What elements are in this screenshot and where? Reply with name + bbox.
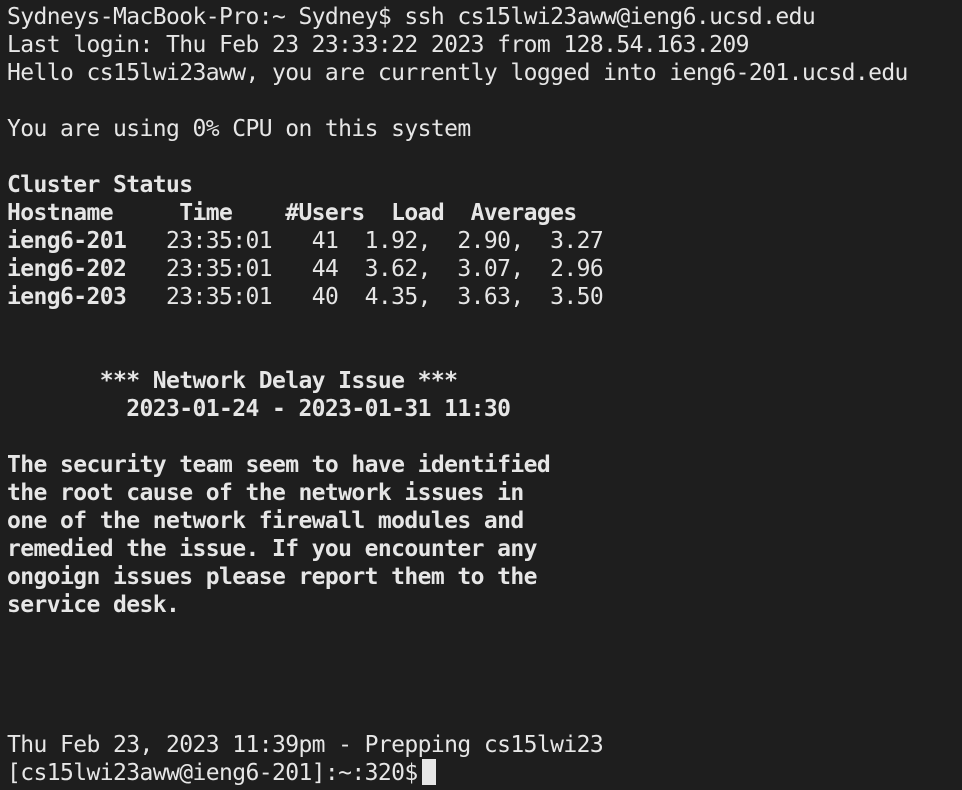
cluster-row: ieng6-201 23:35:01 41 1.92, 2.90, 3.27: [7, 227, 962, 255]
notice-body-line: remedied the issue. If you encounter any: [7, 536, 537, 562]
notice-date-range: 2023-01-24 - 2023-01-31 11:30: [7, 396, 511, 422]
cluster-row-values: 23:35:01 44 3.62, 3.07, 2.96: [126, 256, 604, 282]
hello-line: Hello cs15lwi23aww, you are currently lo…: [7, 60, 908, 86]
cluster-row: ieng6-203 23:35:01 40 4.35, 3.63, 3.50: [7, 283, 962, 311]
notice-body-line: service desk.: [7, 592, 180, 618]
notice-body-line: ongoign issues please report them to the: [7, 564, 537, 590]
notice-body-line: one of the network firewall modules and: [7, 508, 524, 534]
terminal-window[interactable]: Sydneys-MacBook-Pro:~ Sydney$ ssh cs15lw…: [0, 0, 962, 790]
text-cursor[interactable]: [421, 759, 436, 785]
cluster-hostname: ieng6-203: [7, 284, 127, 310]
notice-body-line: The security team seem to have identifie…: [7, 452, 551, 478]
cluster-row-values: 23:35:01 41 1.92, 2.90, 3.27: [126, 228, 604, 254]
ssh-command-line: Sydneys-MacBook-Pro:~ Sydney$ ssh cs15lw…: [7, 4, 816, 30]
prompt-line[interactable]: [cs15lwi23aww@ieng6-201]:~:320$: [7, 759, 962, 787]
cluster-hostname: ieng6-201: [7, 228, 127, 254]
notice-title: *** Network Delay Issue ***: [7, 368, 458, 394]
last-login-line: Last login: Thu Feb 23 23:33:22 2023 fro…: [7, 32, 749, 58]
shell-prompt: [cs15lwi23aww@ieng6-201]:~:320$: [7, 760, 418, 786]
cpu-usage-line: You are using 0% CPU on this system: [7, 116, 471, 142]
cluster-row-values: 23:35:01 40 4.35, 3.63, 3.50: [126, 284, 604, 310]
cluster-row: ieng6-202 23:35:01 44 3.62, 3.07, 2.96: [7, 255, 962, 283]
cluster-table-header: Hostname Time #Users Load Averages: [7, 200, 577, 226]
prepping-line: Thu Feb 23, 2023 11:39pm - Prepping cs15…: [7, 732, 604, 758]
cluster-status-heading: Cluster Status: [7, 172, 193, 198]
cluster-hostname: ieng6-202: [7, 256, 127, 282]
notice-body-line: the root cause of the network issues in: [7, 480, 524, 506]
